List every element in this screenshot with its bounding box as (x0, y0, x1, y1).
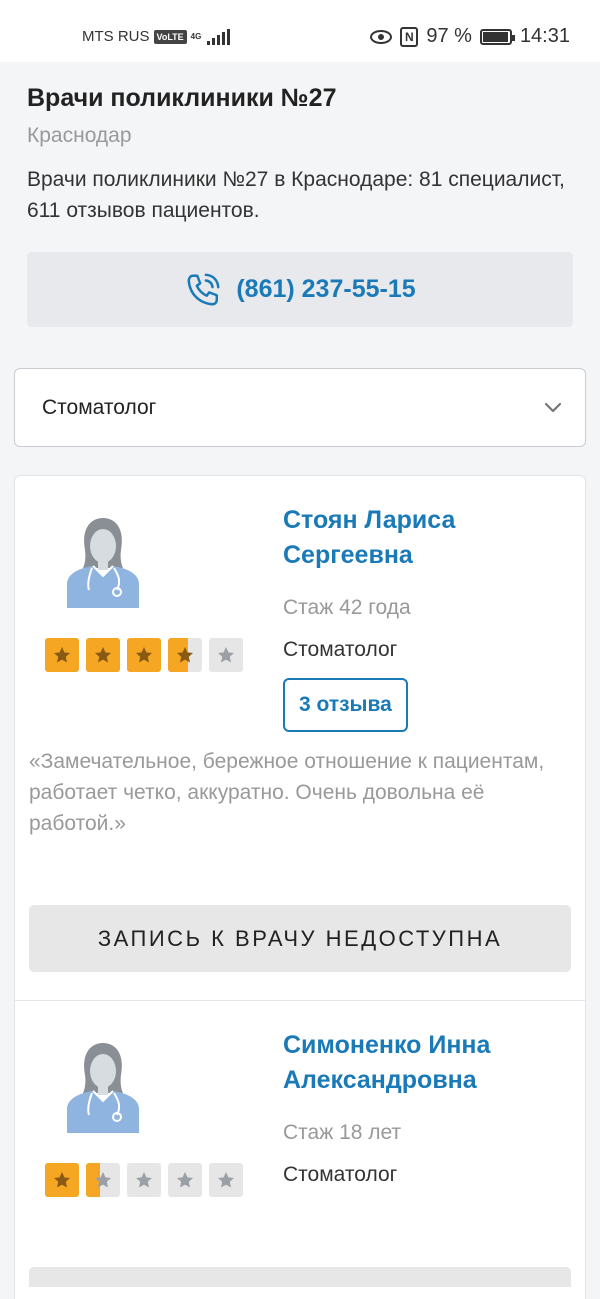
reviews-button[interactable]: 3 отзыва (283, 678, 408, 732)
star-icon (127, 1163, 161, 1197)
rating-stars (45, 1163, 269, 1197)
review-quote: «Замечательное, бережное отношение к пац… (29, 750, 545, 835)
star-icon (209, 638, 243, 672)
clock: 14:31 (519, 25, 570, 47)
female-doctor-avatar-icon (67, 1043, 139, 1133)
nfc-icon: N (400, 26, 419, 47)
chevron-down-icon (544, 402, 562, 412)
doctor-experience: Стаж 42 года (283, 596, 411, 619)
doctor-experience: Стаж 18 лет (283, 1121, 402, 1144)
booking-button-partial[interactable] (29, 1267, 571, 1287)
doctor-name-link[interactable]: Симоненко Инна Александровна (283, 1028, 571, 1098)
phone-number: (861) 237-55-15 (236, 275, 416, 303)
star-icon (45, 638, 79, 672)
rating-stars (45, 638, 269, 672)
specialty-select-value: Стоматолог (42, 395, 157, 419)
page-title: Врачи поликлиники №27 (27, 84, 337, 112)
star-icon (168, 638, 202, 672)
phone-ringing-icon (187, 273, 220, 305)
female-doctor-avatar-icon (67, 518, 139, 608)
volte-badge: VoLTE (153, 29, 187, 44)
carrier-name: MTS RUS (82, 28, 150, 45)
network-type: 4G (190, 31, 202, 41)
star-icon (168, 1163, 202, 1197)
call-button[interactable]: (861) 237-55-15 (27, 252, 573, 327)
battery-icon (479, 28, 515, 45)
doctor-card: Симоненко Инна Александровна Стаж 18 лет… (15, 1001, 585, 1299)
doctor-specialty: Стоматолог (283, 1163, 398, 1186)
eye-icon (370, 29, 393, 44)
star-icon (86, 638, 120, 672)
booking-unavailable-button[interactable]: ЗАПИСЬ К ВРАЧУ НЕДОСТУПНА (29, 905, 571, 972)
specialty-select[interactable]: Стоматолог (14, 368, 586, 447)
page-header: Врачи поликлиники №27 Краснодар Врачи по… (0, 62, 600, 226)
status-bar: MTS RUS VoLTE 4G N 97 % 14:31 (0, 0, 600, 62)
signal-icon (207, 28, 231, 45)
system-icons: N 97 % 14:31 (370, 25, 570, 48)
star-icon (45, 1163, 79, 1197)
star-icon (127, 638, 161, 672)
city-label: Краснодар (27, 124, 132, 147)
doctor-name-link[interactable]: Стоян Лариса Сергеевна (283, 503, 571, 573)
page-description: Врачи поликлиники №27 в Краснодаре: 81 с… (27, 168, 565, 222)
carrier-info: MTS RUS VoLTE 4G (82, 28, 231, 45)
doctor-card: Стоян Лариса Сергеевна Стаж 42 года Стом… (15, 476, 585, 1001)
battery-percent: 97 % (426, 25, 472, 47)
doctor-specialty: Стоматолог (283, 638, 398, 661)
doctor-list: Стоян Лариса Сергеевна Стаж 42 года Стом… (14, 475, 586, 1299)
star-icon (86, 1163, 120, 1197)
star-icon (209, 1163, 243, 1197)
